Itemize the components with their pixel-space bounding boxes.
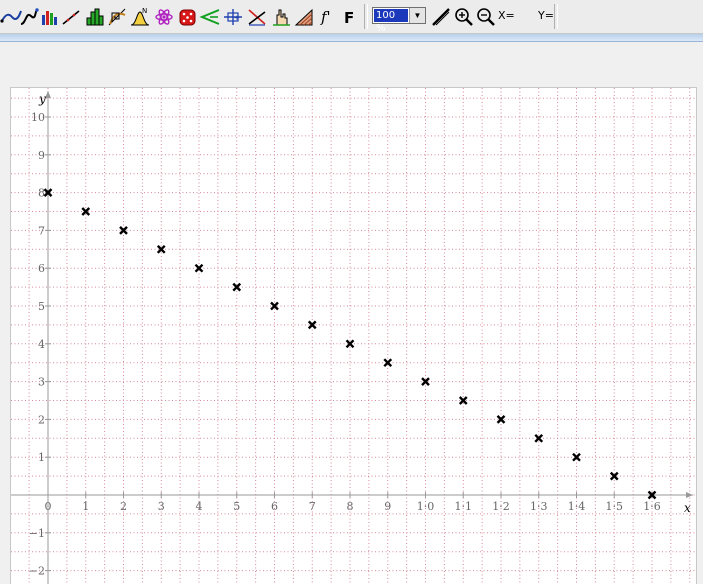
- antiderivative-tool-button[interactable]: F: [339, 5, 360, 28]
- x-tick-label: 3: [158, 500, 165, 513]
- x-axis-label: x: [684, 501, 691, 515]
- x-tick-label: 1·1: [455, 500, 473, 513]
- derivative-tool-button[interactable]: f': [317, 5, 338, 28]
- dice-tool-button[interactable]: [177, 5, 198, 28]
- x-tick-label: 5: [233, 500, 240, 513]
- y-tick-label: 6: [38, 262, 45, 275]
- intersection-tool-icon: [247, 8, 266, 26]
- x-tick-label: 2: [120, 500, 127, 513]
- normal-distribution-tool-icon: N: [130, 7, 149, 25]
- zoom-in-button[interactable]: [453, 5, 474, 28]
- y-tick-label: 2: [38, 413, 45, 426]
- data-point: [458, 396, 468, 405]
- y-axis-label: y: [38, 92, 46, 106]
- y-tick-label: 3: [38, 376, 45, 389]
- svg-text:+: +: [234, 14, 240, 22]
- derivative-tool-icon: f': [320, 8, 331, 26]
- function-graph-tool-button[interactable]: [18, 5, 39, 28]
- y-coordinate-readout: Y=: [538, 9, 554, 22]
- area-shading-tool-button[interactable]: [293, 5, 314, 28]
- x-tick-label: 6: [271, 500, 278, 513]
- zoom-select[interactable]: 100 % ▼: [372, 7, 426, 34]
- graph-area[interactable]: x y 0 1 2 3 4 5 6 7 8 9 1·0 1·1 1·2 1·3 1·4 1·5 1·6 −2 −1 1 2 3…: [10, 87, 697, 584]
- atom-tool-icon: [154, 8, 173, 25]
- x-axis-arrow: [686, 492, 693, 498]
- antiderivative-label: F: [344, 9, 354, 27]
- data-point: [119, 226, 128, 235]
- hand-point-tool-icon: [272, 9, 290, 26]
- derivative-label: f': [320, 8, 331, 26]
- straight-line-tool-button[interactable]: [60, 5, 81, 28]
- toolbar: N + f' F 100 % ▼ X= Y=: [0, 0, 703, 34]
- x-tick-label: 7: [309, 500, 316, 513]
- normal-distribution-tool-button[interactable]: N: [129, 5, 150, 28]
- histogram-tool-button[interactable]: [84, 5, 105, 28]
- y-tick-label: −2: [29, 565, 45, 578]
- svg-text:N: N: [142, 7, 147, 15]
- cobweb-tool-icon: [108, 8, 125, 25]
- x-tick-label: 1·4: [568, 500, 586, 513]
- angle-tool-icon: [198, 8, 219, 25]
- angle-tool-button[interactable]: [198, 5, 220, 28]
- straight-line-tool-icon: [61, 9, 80, 25]
- y-tick-label: 10: [31, 111, 45, 124]
- x-tick-label: 1: [82, 500, 89, 513]
- data-point: [496, 415, 506, 424]
- y-tick-label: 1: [38, 451, 45, 464]
- hand-point-tool-button[interactable]: [270, 5, 291, 28]
- antiderivative-tool-icon: F: [344, 9, 354, 27]
- x-coordinate-readout: X=: [498, 9, 515, 22]
- x-tick-label: 0: [45, 500, 52, 513]
- y-tick-label: 9: [38, 149, 45, 162]
- zoom-out-icon: [476, 7, 495, 26]
- zoom-out-button[interactable]: [475, 5, 496, 28]
- x-tick-label: 1·2: [492, 500, 510, 513]
- zoom-in-icon: [454, 7, 473, 26]
- x-tick-label: 9: [384, 500, 391, 513]
- bar-chart-tool-button[interactable]: [38, 5, 59, 28]
- zoom-value: 100 %: [374, 9, 408, 34]
- toolbar-separator: [364, 4, 368, 29]
- pen-tool-icon: [431, 7, 450, 26]
- y-tick-label: 5: [38, 300, 45, 313]
- data-point: [270, 301, 279, 311]
- number-line-tool-button[interactable]: +: [222, 5, 243, 28]
- data-point: [307, 320, 317, 330]
- scatter-plot[interactable]: x y 0 1 2 3 4 5 6 7 8 9 1·0 1·1 1·2 1·3 1·4 1·5 1·6 −2 −1 1 2 3…: [11, 88, 696, 584]
- y-tick-label: 7: [38, 224, 45, 237]
- chevron-down-icon[interactable]: ▼: [409, 8, 425, 23]
- x-tick-label: 1·5: [606, 500, 624, 513]
- function-graph-tool-icon: [20, 7, 39, 25]
- bar-chart-tool-icon: [41, 10, 57, 25]
- x-tick-label: 1·0: [417, 500, 435, 513]
- x-tick-label: 4: [196, 500, 203, 513]
- y-tick-label: −1: [29, 527, 45, 540]
- dice-tool-icon: [179, 9, 195, 25]
- y-axis-arrow: [45, 91, 51, 98]
- toolbar-separator: [554, 4, 558, 29]
- cobweb-tool-button[interactable]: [106, 5, 127, 28]
- atom-tool-button[interactable]: [153, 5, 174, 28]
- x-tick-label: 1·6: [643, 500, 661, 513]
- histogram-tool-icon: [86, 8, 103, 25]
- intersection-tool-button[interactable]: [246, 5, 267, 28]
- y-tick-label: 8: [38, 187, 45, 200]
- x-tick-label: 1·3: [530, 500, 548, 513]
- area-shading-tool-icon: [294, 8, 312, 25]
- title-strip: [0, 34, 703, 42]
- y-tick-label: 4: [38, 338, 45, 351]
- pen-tool-button[interactable]: [430, 5, 451, 28]
- x-tick-label: 8: [347, 500, 354, 513]
- number-line-tool-icon: +: [223, 8, 242, 25]
